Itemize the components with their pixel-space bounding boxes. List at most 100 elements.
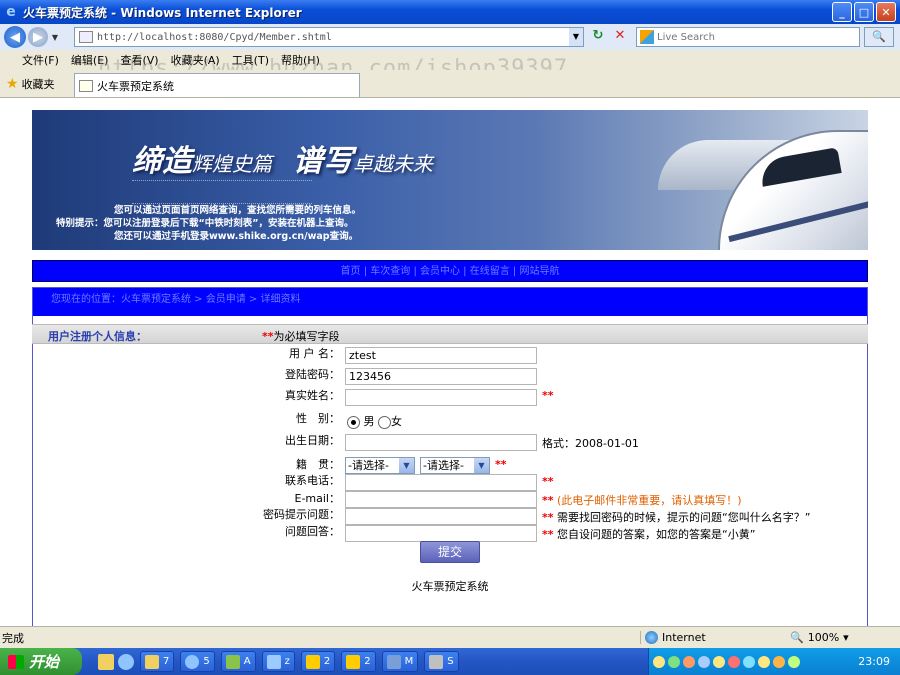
search-button[interactable]: 🔍 [864,27,894,47]
task-button-8[interactable]: S [424,651,459,672]
tray-icon[interactable] [653,655,665,668]
menu-favorites[interactable]: 收藏夹(A) [165,52,226,68]
banner-note-2: 您可以注册登录后下载“中铁时刻表”，安装在机器上查询。 [103,218,354,229]
minimize-button[interactable]: _ [832,2,852,22]
slogan-part-a-small: 辉煌史篇 [192,152,272,176]
menu-bar: 文件(F) 编辑(E) 查看(V) 收藏夹(A) 工具(T) 帮助(H) [0,50,900,70]
tray-icon[interactable] [713,655,725,668]
tray-icon[interactable] [668,655,680,668]
address-toolbar: ◀ ▶ ▼ http://localhost:8080/Cpyd/Member.… [0,24,900,50]
page-icon [79,31,93,43]
city-select[interactable]: -请选择- ▼ [420,457,490,474]
slogan-part-b: 谱写 [292,144,353,179]
email-input[interactable] [345,491,537,508]
answer-input[interactable] [345,525,537,542]
gender-female-radio[interactable] [378,415,391,429]
chevron-down-icon: ▾ [843,631,849,644]
task-label: 5 [203,656,210,667]
gender-male-radio[interactable] [347,415,360,429]
folder-icon[interactable] [98,653,114,670]
status-bar: 完成 Internet 🔍 100% ▾ [0,626,900,648]
task-button-2[interactable]: 5 [180,651,215,672]
qq-icon [346,654,361,669]
native-required: ** [495,458,507,471]
task-label: A [243,656,251,667]
realname-input[interactable] [345,389,537,406]
username-input[interactable]: ztest [345,347,537,364]
email-hint: (此电子邮件非常重要，请认真填写！) [557,494,742,507]
zoom-control[interactable]: 🔍 100% ▾ [790,631,849,644]
menu-view[interactable]: 查看(V) [114,52,164,68]
search-input[interactable] [657,31,847,43]
slogan-part-b-small: 卓越未来 [352,152,433,176]
native-label: 籍 贯： [296,458,340,471]
phone-label: 联系电话： [285,474,340,487]
browser-tab[interactable]: 火车票预定系统 [74,73,360,97]
stop-icon[interactable]: ✕ [610,28,630,46]
task-button-1[interactable]: 7 [140,651,175,672]
task-button-5[interactable]: 2 [300,651,336,672]
task-button-4[interactable]: z [261,651,295,672]
banner-notes: 您可以通过页面首页网络查询，查找您所需要的列车信息。 特别提示：您可以注册登录后… [56,204,361,243]
zoom-level: 100% [807,631,840,644]
search-box[interactable] [636,27,860,47]
task-button-6[interactable]: 2 [341,651,376,672]
task-button-3[interactable]: A [220,651,256,672]
menu-file[interactable]: 文件(F) [16,52,65,68]
address-input[interactable]: http://localhost:8080/Cpyd/Member.shtml … [74,27,584,47]
task-label: z [284,656,290,667]
refresh-icon[interactable]: ↻ [588,28,608,46]
phone-input[interactable] [345,474,537,491]
banner: 缔造辉煌史篇 谱写卓越未来 您可以通过页面首页网络查询，查找您所需要的列车信息。… [32,110,868,250]
province-select[interactable]: -请选择- ▼ [345,457,415,474]
banner-note-1: 您可以通过页面首页网络查询，查找您所需要的列车信息。 [114,205,362,216]
menu-edit[interactable]: 编辑(E) [65,52,115,68]
section-header: 用户注册个人信息： **为必填写字段 [32,324,868,344]
banner-note-prefix: 特别提示： [56,218,104,229]
tray-icon[interactable] [728,655,740,668]
ie-logo-icon: e [6,4,16,20]
favorites-star-icon[interactable]: ★ [6,76,19,92]
tray-icon[interactable] [683,655,695,668]
password-input[interactable]: 123456 [345,368,537,385]
birthday-input[interactable] [345,434,537,451]
back-button[interactable]: ◀ [4,26,26,48]
address-dropdown-icon[interactable]: ▼ [569,28,583,46]
favorites-label[interactable]: 收藏夹 [22,76,55,92]
maximize-button[interactable]: □ [854,2,874,22]
answer-hint: 您自设问题的答案，如您的答案是“小黄” [557,528,756,541]
question-label: 密码提示问题： [263,508,340,521]
phone-required: ** [542,475,554,488]
realname-required: ** [542,389,554,402]
title-bar[interactable]: e 火车票预定系统 - Windows Internet Explorer _ … [0,0,900,24]
globe-icon [645,631,658,644]
tray-icon[interactable] [773,655,785,668]
menu-tools[interactable]: 工具(T) [226,52,275,68]
ie-icon[interactable] [118,653,134,670]
tray-icon[interactable] [758,655,770,668]
tray-icon[interactable] [743,655,755,668]
history-dropdown-icon[interactable]: ▼ [50,33,60,42]
windows-logo-icon [8,654,24,669]
app-icon [225,654,240,669]
answer-required: ** [542,528,554,541]
tray-icon[interactable] [698,655,710,668]
task-label: 2 [364,656,371,667]
window-title: 火车票预定系统 - Windows Internet Explorer [23,5,302,20]
qq-icon [305,654,320,669]
site-nav[interactable]: 首页 | 车次查询 | 会员中心 | 在线留言 | 网站导航 [32,260,868,282]
forward-button[interactable]: ▶ [28,27,48,47]
security-zone[interactable]: Internet [640,631,706,644]
clock[interactable]: 23:09 [858,655,890,668]
question-input[interactable] [345,508,537,525]
favorites-bar: ★ 收藏夹 火车票预定系统 [0,70,900,98]
chevron-down-icon: ▼ [399,458,414,473]
menu-help[interactable]: 帮助(H) [275,52,326,68]
start-button[interactable]: 开始 [0,648,82,675]
tab-title: 火车票预定系统 [97,79,174,93]
birthday-hint: 格式：2008-01-01 [542,437,639,450]
task-button-7[interactable]: M [381,651,419,672]
submit-button[interactable]: 提交 [420,541,480,563]
tray-icon[interactable] [788,655,800,668]
close-button[interactable]: ✕ [876,2,896,22]
